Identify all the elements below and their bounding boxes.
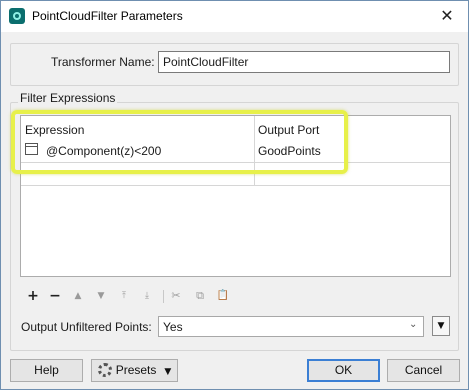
caret-down-icon: ▼ xyxy=(164,367,172,377)
ok-button[interactable]: OK xyxy=(307,359,380,382)
parameters-dialog: PointCloudFilter Parameters ✕ Transforme… xyxy=(0,0,469,390)
help-button[interactable]: Help xyxy=(10,359,83,382)
filter-expressions-title: Filter Expressions xyxy=(18,91,118,105)
add-row-icon[interactable]: + xyxy=(26,288,40,304)
move-up-icon[interactable]: ▲ xyxy=(72,288,84,304)
presets-label: Presets xyxy=(115,363,157,377)
title-bar: PointCloudFilter Parameters ✕ xyxy=(1,1,468,32)
window-title: PointCloudFilter Parameters xyxy=(32,9,183,23)
cancel-button[interactable]: Cancel xyxy=(387,359,460,382)
toolbar-separator xyxy=(163,290,164,303)
remove-row-icon[interactable]: − xyxy=(48,288,62,304)
row-divider xyxy=(21,185,450,186)
gear-icon xyxy=(97,363,112,377)
fme-app-icon xyxy=(9,8,25,24)
cut-icon[interactable]: ✂ xyxy=(169,288,183,304)
value-menu-button[interactable]: ▼ xyxy=(432,316,450,336)
output-unfiltered-label: Output Unfiltered Points: xyxy=(21,320,152,334)
move-down-icon[interactable]: ▼ xyxy=(95,288,107,304)
transformer-name-input[interactable]: PointCloudFilter xyxy=(158,51,450,73)
copy-icon[interactable]: ⧉ xyxy=(193,288,207,304)
move-to-bottom-icon[interactable]: ⤓ xyxy=(141,288,153,304)
transformer-name-label: Transformer Name: xyxy=(51,55,155,69)
paste-icon[interactable]: 📋 xyxy=(216,288,230,304)
close-icon[interactable]: ✕ xyxy=(435,5,459,27)
presets-button[interactable]: Presets ▼ xyxy=(91,359,178,382)
move-to-top-icon[interactable]: ⤒ xyxy=(118,288,130,304)
highlight-annotation xyxy=(11,110,348,174)
output-unfiltered-select[interactable]: Yes xyxy=(158,316,424,337)
chevron-down-icon[interactable]: ⌄ xyxy=(409,319,417,330)
